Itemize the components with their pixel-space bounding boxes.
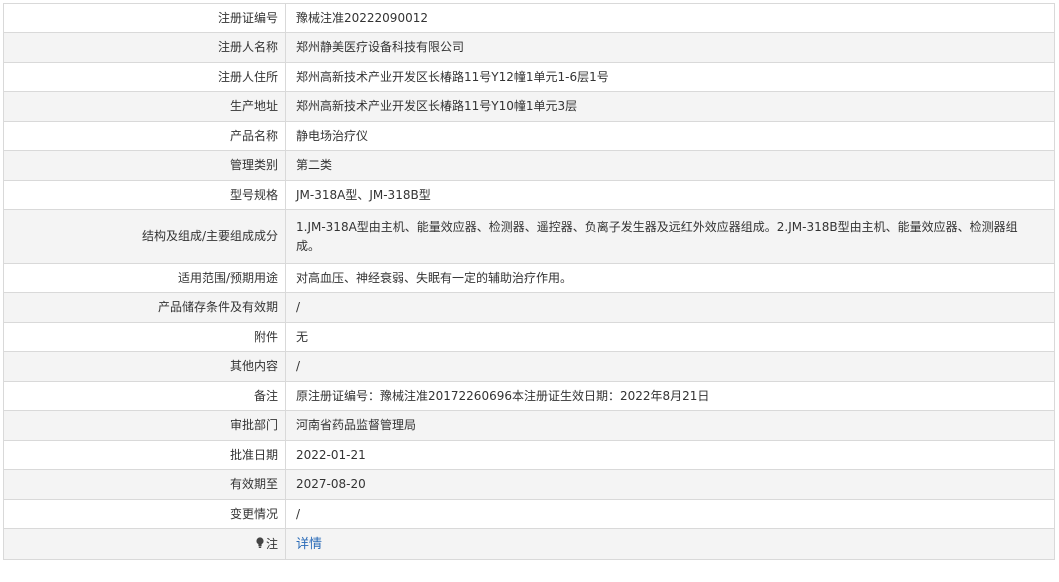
field-label: 产品名称: [3, 121, 286, 151]
table-row: 生产地址 郑州高新技术产业开发区长椿路11号Y10幢1单元3层: [3, 91, 1055, 122]
field-value: 河南省药品监督管理局: [285, 410, 1055, 441]
table-row: 型号规格 JM-318A型、JM-318B型: [3, 180, 1055, 210]
field-label: 变更情况: [3, 499, 286, 529]
lightbulb-icon: [256, 536, 264, 549]
field-value: 郑州高新技术产业开发区长椿路11号Y10幢1单元3层: [285, 91, 1055, 122]
table-row: 注册证编号 豫械注准20222090012: [3, 3, 1055, 33]
field-value: 2022-01-21: [285, 440, 1055, 470]
field-value: 无: [285, 322, 1055, 352]
table-row: 结构及组成/主要组成成分 1.JM-318A型由主机、能量效应器、检测器、遥控器…: [3, 209, 1055, 264]
table-row: 变更情况 /: [3, 499, 1055, 529]
table-row: 审批部门 河南省药品监督管理局: [3, 410, 1055, 441]
field-value: 郑州高新技术产业开发区长椿路11号Y12幢1单元1-6层1号: [285, 62, 1055, 92]
field-value: 2027-08-20: [285, 469, 1055, 500]
field-value: /: [285, 292, 1055, 323]
field-value: /: [285, 351, 1055, 382]
table-row: 备注 原注册证编号：豫械注准20172260696本注册证生效日期：2022年8…: [3, 381, 1055, 411]
note-label-cell: 注: [3, 528, 286, 560]
table-row: 产品储存条件及有效期 /: [3, 292, 1055, 323]
details-link[interactable]: 详情: [296, 537, 322, 552]
table-row: 注册人名称 郑州静美医疗设备科技有限公司: [3, 32, 1055, 63]
table-row: 批准日期 2022-01-21: [3, 440, 1055, 470]
field-label: 适用范围/预期用途: [3, 263, 286, 293]
field-label: 注册人住所: [3, 62, 286, 92]
field-value: JM-318A型、JM-318B型: [285, 180, 1055, 210]
field-value: 第二类: [285, 150, 1055, 181]
table-row: 产品名称 静电场治疗仪: [3, 121, 1055, 151]
note-label: 注: [265, 536, 278, 551]
field-value: 静电场治疗仪: [285, 121, 1055, 151]
field-value: 1.JM-318A型由主机、能量效应器、检测器、遥控器、负离子发生器及远红外效应…: [285, 209, 1055, 264]
field-label: 批准日期: [3, 440, 286, 470]
registration-table: 注册证编号 豫械注准20222090012 注册人名称 郑州静美医疗设备科技有限…: [3, 3, 1055, 560]
table-row: 适用范围/预期用途 对高血压、神经衰弱、失眠有一定的辅助治疗作用。: [3, 263, 1055, 293]
field-label: 结构及组成/主要组成成分: [3, 209, 286, 264]
field-label: 审批部门: [3, 410, 286, 441]
field-label: 附件: [3, 322, 286, 352]
field-value: 原注册证编号：豫械注准20172260696本注册证生效日期：2022年8月21…: [285, 381, 1055, 411]
field-value: 对高血压、神经衰弱、失眠有一定的辅助治疗作用。: [285, 263, 1055, 293]
field-value: 郑州静美医疗设备科技有限公司: [285, 32, 1055, 63]
table-row: 注册人住所 郑州高新技术产业开发区长椿路11号Y12幢1单元1-6层1号: [3, 62, 1055, 92]
field-label: 注册人名称: [3, 32, 286, 63]
registration-detail-panel: 注册证编号 豫械注准20222090012 注册人名称 郑州静美医疗设备科技有限…: [0, 0, 1055, 560]
note-row: 注 详情: [3, 528, 1055, 560]
field-label: 产品储存条件及有效期: [3, 292, 286, 323]
field-value: /: [285, 499, 1055, 529]
table-row: 附件 无: [3, 322, 1055, 352]
field-label: 型号规格: [3, 180, 286, 210]
field-label: 注册证编号: [3, 3, 286, 33]
field-value: 豫械注准20222090012: [285, 3, 1055, 33]
field-label: 备注: [3, 381, 286, 411]
note-value-cell: 详情: [285, 528, 1055, 560]
table-row: 管理类别 第二类: [3, 150, 1055, 181]
table-row: 其他内容 /: [3, 351, 1055, 382]
field-label: 有效期至: [3, 469, 286, 500]
table-row: 有效期至 2027-08-20: [3, 469, 1055, 500]
field-label: 其他内容: [3, 351, 286, 382]
field-label: 管理类别: [3, 150, 286, 181]
field-label: 生产地址: [3, 91, 286, 122]
